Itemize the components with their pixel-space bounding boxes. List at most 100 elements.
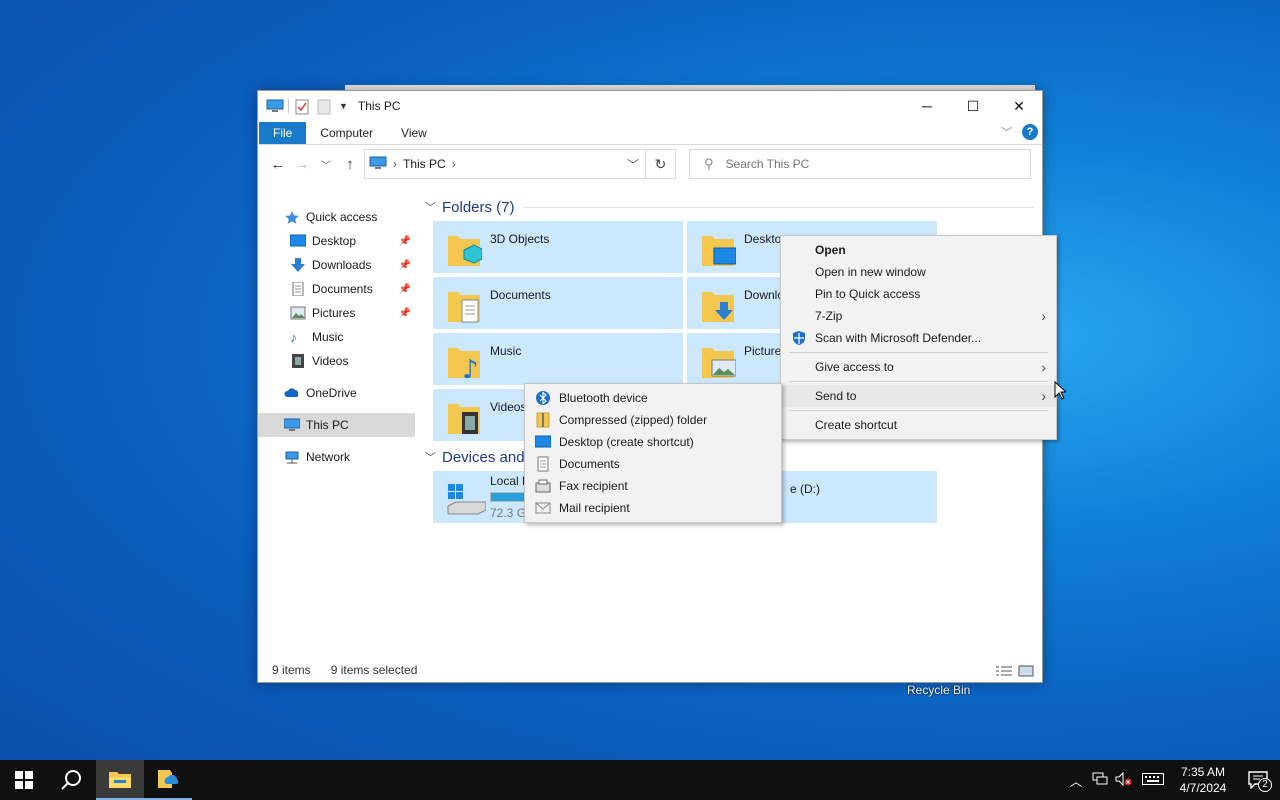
taskbar-app[interactable]: [144, 760, 192, 800]
sidebar-item-pictures[interactable]: Pictures 📌: [258, 301, 415, 325]
refresh-button[interactable]: ↻: [645, 150, 675, 178]
sidebar-item-network[interactable]: Network: [258, 445, 415, 469]
folder-tile-music[interactable]: ♪ Music: [433, 333, 683, 385]
selected-count: 9 items selected: [330, 663, 418, 677]
search-input[interactable]: Search This PC: [726, 157, 810, 171]
taskbar-file-explorer[interactable]: [96, 760, 144, 800]
title-bar: ▼ This PC ─ ☐ ✕: [258, 91, 1042, 121]
recent-locations-chevron-icon[interactable]: ﹀: [314, 157, 338, 172]
tab-view[interactable]: View: [387, 122, 441, 144]
folder-tile-documents[interactable]: Documents: [433, 277, 683, 329]
sidebar-item-videos[interactable]: Videos: [258, 349, 415, 373]
sidebar-item-label: Music: [312, 330, 344, 344]
menu-item-create-shortcut[interactable]: Create shortcut: [781, 414, 1056, 436]
action-center-button[interactable]: 2: [1236, 760, 1280, 800]
up-button[interactable]: ↑: [338, 156, 362, 173]
details-view-icon[interactable]: [996, 665, 1012, 680]
menu-item-send-to[interactable]: Send to ›: [781, 385, 1056, 407]
search-box[interactable]: ⚲ Search This PC: [689, 149, 1031, 179]
folder-tile-3d-objects[interactable]: 3D Objects: [433, 221, 683, 273]
sidebar-item-label: Desktop: [312, 234, 357, 248]
menu-item-bluetooth[interactable]: Bluetooth device: [525, 387, 781, 409]
menu-item-open-new-window[interactable]: Open in new window: [781, 261, 1056, 283]
clock[interactable]: 7:35 AM 4/7/2024: [1170, 764, 1236, 796]
pin-icon[interactable]: 📌: [399, 260, 411, 271]
tiles-view-icon[interactable]: [1018, 665, 1034, 680]
submenu-chevron-icon: ›: [1041, 359, 1046, 375]
volume-muted-icon[interactable]: [1112, 771, 1136, 789]
start-button[interactable]: [0, 760, 48, 800]
sidebar-item-onedrive[interactable]: OneDrive: [258, 381, 415, 405]
menu-item-mail-recipient[interactable]: Mail recipient: [525, 497, 781, 519]
breadcrumb[interactable]: This PC: [403, 157, 446, 171]
collapse-chevron-icon[interactable]: ﹀: [425, 449, 436, 465]
close-button[interactable]: ✕: [996, 91, 1042, 121]
fax-icon: [535, 478, 551, 494]
help-button[interactable]: ?: [1022, 124, 1038, 140]
menu-item-compressed-folder[interactable]: Compressed (zipped) folder: [525, 409, 781, 431]
expand-ribbon-chevron-icon[interactable]: ﹀: [1001, 124, 1012, 140]
minimize-button[interactable]: ─: [904, 91, 950, 121]
sidebar-item-label: Quick access: [306, 210, 378, 224]
keyboard-icon[interactable]: [1136, 772, 1170, 788]
pin-icon[interactable]: 📌: [399, 308, 411, 319]
collapse-chevron-icon[interactable]: ﹀: [425, 199, 436, 215]
menu-item-desktop-shortcut[interactable]: Desktop (create shortcut): [525, 431, 781, 453]
navigation-pane: Quick access Desktop 📌 Downloads 📌 Docum…: [258, 205, 415, 645]
menu-item-open[interactable]: Open: [781, 239, 1056, 261]
show-hidden-icons-chevron-icon[interactable]: ︿: [1064, 771, 1088, 790]
app-icon: [158, 770, 179, 788]
this-pc-icon: [266, 99, 284, 113]
drive-free-space: 72.3 G: [490, 506, 527, 520]
customize-toolbar-chevron-icon[interactable]: ▼: [339, 101, 348, 111]
sidebar-item-downloads[interactable]: Downloads 📌: [258, 253, 415, 277]
folders-group-header[interactable]: ﹀ Folders (7): [423, 195, 1035, 219]
menu-item-pin-quick-access[interactable]: Pin to Quick access: [781, 283, 1056, 305]
breadcrumb-separator-icon[interactable]: ›: [452, 157, 456, 171]
sidebar-item-quick-access[interactable]: Quick access: [258, 205, 415, 229]
sidebar-item-label: This PC: [306, 418, 349, 432]
download-icon: [290, 258, 306, 272]
sidebar-item-label: Pictures: [312, 306, 356, 320]
desktop-icon: [289, 234, 307, 248]
document-icon: [290, 281, 306, 297]
sidebar-item-label: Network: [306, 450, 351, 464]
music-folder-icon: ♪: [446, 340, 482, 385]
menu-item-7zip[interactable]: 7-Zip ›: [781, 305, 1056, 327]
properties-icon[interactable]: [295, 99, 311, 115]
music-icon: ♪: [290, 329, 297, 345]
maximize-button[interactable]: ☐: [950, 91, 996, 121]
video-icon: [290, 354, 306, 368]
sidebar-item-label: Downloads: [312, 258, 372, 272]
menu-item-fax-recipient[interactable]: Fax recipient: [525, 475, 781, 497]
search-button[interactable]: [48, 760, 96, 800]
menu-item-scan-defender[interactable]: Scan with Microsoft Defender...: [781, 327, 1056, 349]
sidebar-item-label: Documents: [312, 282, 373, 296]
address-dropdown-chevron-icon[interactable]: ﹀: [627, 156, 639, 173]
network-icon[interactable]: [1088, 772, 1112, 789]
sidebar-item-this-pc[interactable]: This PC: [258, 413, 415, 437]
videos-folder-icon: [446, 396, 482, 436]
menu-item-give-access[interactable]: Give access to ›: [781, 356, 1056, 378]
documents-folder-icon: [446, 284, 482, 324]
submenu-chevron-icon: ›: [1041, 308, 1046, 324]
submenu-chevron-icon: ›: [1041, 388, 1046, 404]
pin-icon[interactable]: 📌: [399, 284, 411, 295]
search-icon: ⚲: [704, 156, 714, 171]
item-count: 9 items: [272, 663, 311, 677]
sidebar-item-documents[interactable]: Documents 📌: [258, 277, 415, 301]
forward-button[interactable]: →: [290, 156, 314, 173]
new-folder-icon[interactable]: [317, 99, 333, 115]
pin-icon[interactable]: 📌: [399, 236, 411, 247]
sidebar-item-music[interactable]: ♪ Music: [258, 325, 415, 349]
document-icon: [535, 456, 551, 472]
file-explorer-icon: [109, 772, 131, 788]
navigation-bar: ← → ﹀ ↑ › This PC › ﹀ ↻ ⚲ Search This PC: [258, 145, 1042, 183]
sidebar-item-desktop[interactable]: Desktop 📌: [258, 229, 415, 253]
menu-item-documents[interactable]: Documents: [525, 453, 781, 475]
tab-file[interactable]: File: [259, 122, 307, 144]
recycle-bin-label[interactable]: Recycle Bin: [907, 683, 970, 697]
back-button[interactable]: ←: [266, 156, 290, 173]
address-bar[interactable]: › This PC › ﹀ ↻: [364, 149, 676, 179]
tab-computer[interactable]: Computer: [306, 122, 387, 144]
